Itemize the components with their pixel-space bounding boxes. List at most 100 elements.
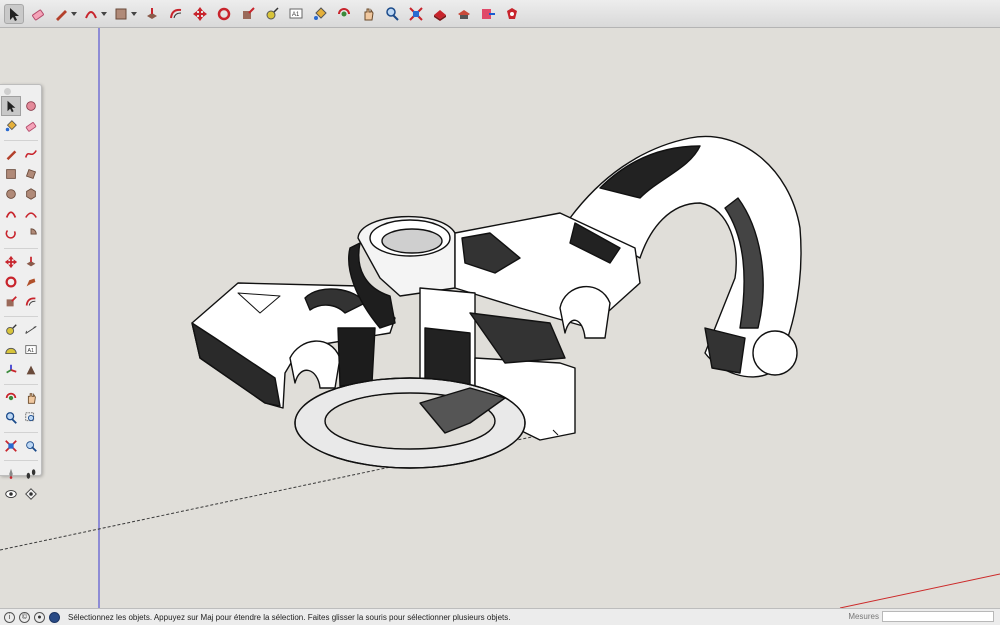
- toolbar-move-button[interactable]: [190, 4, 210, 24]
- palette-row: [1, 144, 41, 164]
- palette-move-button[interactable]: [1, 252, 21, 272]
- toolbar-scale-button[interactable]: [238, 4, 258, 24]
- palette-rotated-rectangle-button[interactable]: [21, 164, 41, 184]
- toolbar-line-pencil-button[interactable]: [52, 4, 78, 24]
- palette-line-button[interactable]: [1, 144, 21, 164]
- geo-location-icon[interactable]: [49, 611, 60, 623]
- move-icon: [192, 6, 208, 22]
- palette-scale-button[interactable]: [1, 292, 21, 312]
- palette-section-plane-button[interactable]: [21, 484, 41, 504]
- previous-view-icon: [24, 439, 38, 453]
- paint-icon: [4, 119, 18, 133]
- protractor-icon: [4, 343, 18, 357]
- palette-select-button[interactable]: [1, 96, 21, 116]
- toolbar-extension-manager-button[interactable]: [502, 4, 522, 24]
- toolbar-tape-measure-button[interactable]: [262, 4, 282, 24]
- palette-component-button[interactable]: [21, 96, 41, 116]
- palette-push-pull-button[interactable]: [21, 252, 41, 272]
- palette-pan-button[interactable]: [21, 388, 41, 408]
- palette-row: [1, 320, 41, 340]
- axes-icon: [4, 363, 18, 377]
- palette-zoom-extents-button[interactable]: [1, 436, 21, 456]
- palette-walk-button[interactable]: [21, 464, 41, 484]
- push-pull-icon: [144, 6, 160, 22]
- palette-grid: A1: [1, 96, 41, 504]
- palette-position-camera-button[interactable]: [1, 464, 21, 484]
- model-viewport[interactable]: [0, 28, 1000, 608]
- toolbar-zoom-extents-button[interactable]: [406, 4, 426, 24]
- toolbar-send-to-layout-button[interactable]: [478, 4, 498, 24]
- palette-row: [1, 436, 41, 456]
- select-icon: [4, 99, 18, 113]
- toolbar-pan-button[interactable]: [358, 4, 378, 24]
- palette-row: A1: [1, 340, 41, 360]
- status-message: Sélectionnez les objets. Appuyez sur Maj…: [68, 612, 511, 622]
- eraser-icon: [24, 119, 38, 133]
- palette-two-point-arc-button[interactable]: [21, 204, 41, 224]
- toolbar-select-arrow-button[interactable]: [4, 3, 24, 24]
- palette-look-around-button[interactable]: [1, 484, 21, 504]
- measurements-input[interactable]: [882, 611, 994, 622]
- palette-row: [1, 360, 41, 380]
- credits-icon[interactable]: ©: [19, 611, 30, 623]
- palette-pie-button[interactable]: [21, 224, 41, 244]
- palette-protractor-button[interactable]: [1, 340, 21, 360]
- palette-offset-button[interactable]: [21, 292, 41, 312]
- toolbar-text-button[interactable]: A1: [286, 4, 306, 24]
- eraser-icon: [30, 6, 46, 22]
- text-icon: A1: [288, 6, 304, 22]
- palette-close-button[interactable]: [4, 88, 11, 95]
- toolbar-rectangle-button[interactable]: [112, 4, 138, 24]
- palette-arc-button[interactable]: [1, 204, 21, 224]
- toolbar-arc-button[interactable]: [82, 4, 108, 24]
- scale-icon: [4, 295, 18, 309]
- toolbar-warehouse-button[interactable]: [430, 4, 450, 24]
- toolbar-offset-button[interactable]: [166, 4, 186, 24]
- orbit-icon: [4, 391, 18, 405]
- warehouse-icon: [432, 6, 448, 22]
- palette-separator: [4, 428, 38, 433]
- toolbar-extension-warehouse-button[interactable]: [454, 4, 474, 24]
- toolbar-paint-bucket-button[interactable]: [310, 4, 330, 24]
- palette-eraser-button[interactable]: [21, 116, 41, 136]
- info-icon[interactable]: i: [4, 611, 15, 623]
- palette-circle-button[interactable]: [1, 184, 21, 204]
- zoom-extents-icon: [4, 439, 18, 453]
- toolbar-eraser-button[interactable]: [28, 4, 48, 24]
- palette-3d-text-button[interactable]: [21, 360, 41, 380]
- position-camera-icon: [4, 467, 18, 481]
- toolbar-zoom-button[interactable]: [382, 4, 402, 24]
- palette-dimension-button[interactable]: [21, 320, 41, 340]
- toolbar-push-pull-button[interactable]: [142, 4, 162, 24]
- palette-paint-button[interactable]: [1, 116, 21, 136]
- palette-polygon-button[interactable]: [21, 184, 41, 204]
- palette-zoom-window-button[interactable]: [21, 408, 41, 428]
- palette-separator: [4, 456, 38, 461]
- palette-freehand-button[interactable]: [21, 144, 41, 164]
- move-icon: [4, 255, 18, 269]
- palette-zoom-button[interactable]: [1, 408, 21, 428]
- model-scene[interactable]: [0, 28, 1000, 608]
- arc-icon: [83, 6, 99, 22]
- zoom-extents-icon: [408, 6, 424, 22]
- text-icon: A1: [24, 343, 38, 357]
- extension-manager-icon: [504, 6, 520, 22]
- component-icon: [24, 99, 38, 113]
- palette-row: [1, 272, 41, 292]
- palette-follow-me-button[interactable]: [21, 272, 41, 292]
- scale-icon: [240, 6, 256, 22]
- dimension-icon: [24, 323, 38, 337]
- palette-rotate-button[interactable]: [1, 272, 21, 292]
- palette-tape-measure-button[interactable]: [1, 320, 21, 340]
- walk-icon: [24, 467, 38, 481]
- toolbar-rotate-button[interactable]: [214, 4, 234, 24]
- palette-previous-view-button[interactable]: [21, 436, 41, 456]
- palette-three-point-arc-button[interactable]: [1, 224, 21, 244]
- user-icon[interactable]: ●: [34, 611, 45, 623]
- palette-rectangle-button[interactable]: [1, 164, 21, 184]
- palette-text-button[interactable]: A1: [21, 340, 41, 360]
- palette-axes-button[interactable]: [1, 360, 21, 380]
- palette-row: [1, 484, 41, 504]
- palette-orbit-button[interactable]: [1, 388, 21, 408]
- toolbar-orbit-button[interactable]: [334, 4, 354, 24]
